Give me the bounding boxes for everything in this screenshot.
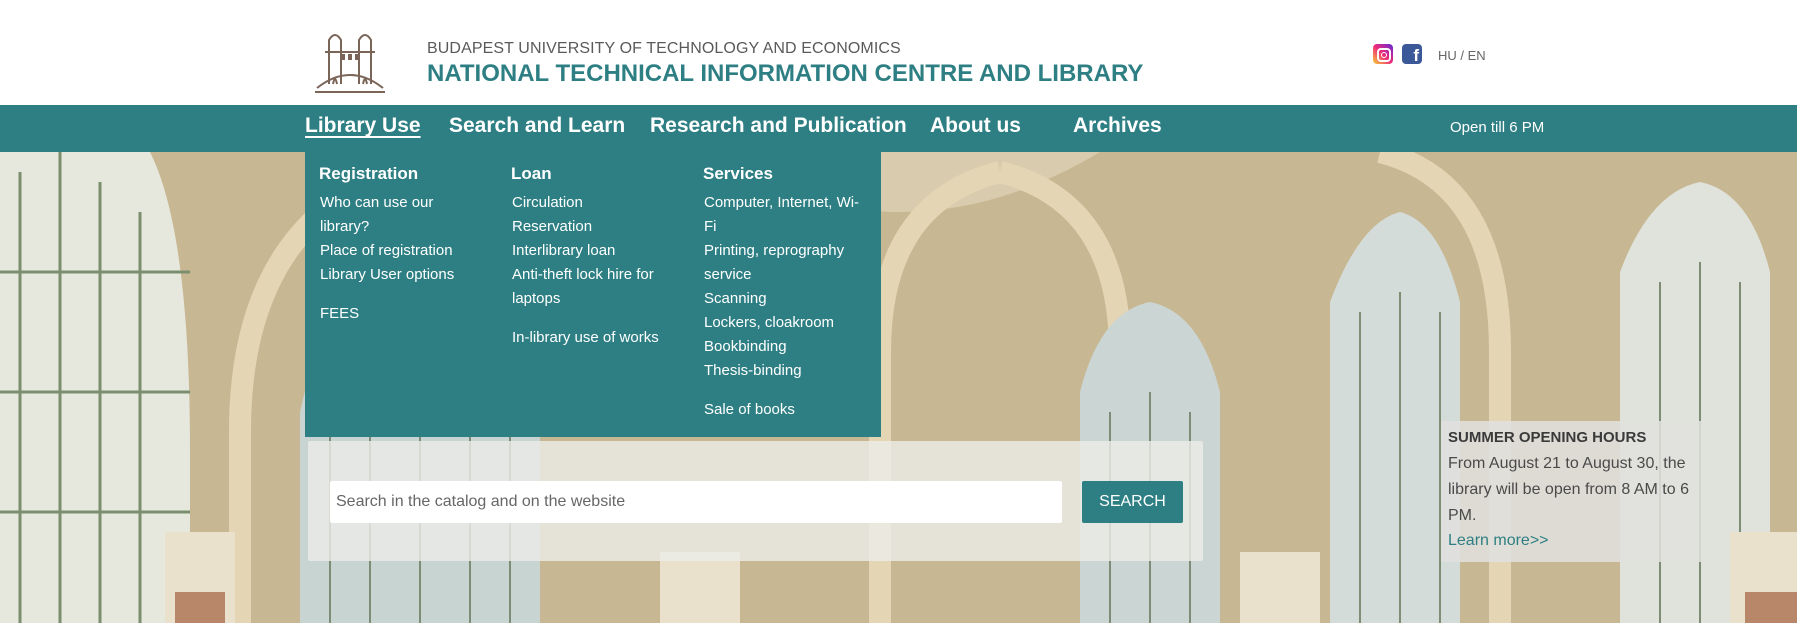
link-lockers[interactable]: Lockers, cloakroom xyxy=(704,311,864,335)
search-panel: SEARCH xyxy=(308,441,1203,561)
nav-library-use[interactable]: Library Use xyxy=(305,114,421,138)
university-name: BUDAPEST UNIVERSITY OF TECHNOLOGY AND EC… xyxy=(427,40,901,57)
link-interlibrary-loan[interactable]: Interlibrary loan xyxy=(512,239,672,263)
link-who-can-use[interactable]: Who can use our library? xyxy=(320,191,470,239)
link-anti-theft-lock[interactable]: Anti-theft lock hire for laptops xyxy=(512,263,672,311)
site-header: BUDAPEST UNIVERSITY OF TECHNOLOGY AND EC… xyxy=(0,0,1797,105)
main-navigation: Library Use Search and Learn Research an… xyxy=(0,105,1797,152)
dropdown-column-loan: Loan Circulation Reservation Interlibrar… xyxy=(511,164,672,350)
social-links: f xyxy=(1373,44,1422,64)
dropdown-column-services: Services Computer, Internet, Wi-Fi Print… xyxy=(703,164,864,422)
notice-title: SUMMER OPENING HOURS xyxy=(1448,429,1647,446)
instagram-icon[interactable] xyxy=(1373,44,1393,64)
library-use-dropdown: Registration Who can use our library? Pl… xyxy=(305,152,881,437)
link-in-library-use[interactable]: In-library use of works xyxy=(512,326,672,350)
link-circulation[interactable]: Circulation xyxy=(512,191,672,215)
nav-archives[interactable]: Archives xyxy=(1073,114,1162,138)
link-reservation[interactable]: Reservation xyxy=(512,215,672,239)
search-input[interactable] xyxy=(330,481,1062,523)
link-sale-of-books[interactable]: Sale of books xyxy=(704,398,864,422)
summer-hours-notice: SUMMER OPENING HOURS From August 21 to A… xyxy=(1441,421,1701,562)
dropdown-column-registration: Registration Who can use our library? Pl… xyxy=(319,164,470,326)
link-printing[interactable]: Printing, reprography service xyxy=(704,239,864,287)
notice-body: From August 21 to August 30, the library… xyxy=(1448,455,1689,524)
link-bookbinding[interactable]: Bookbinding xyxy=(704,335,864,359)
link-place-of-registration[interactable]: Place of registration xyxy=(320,239,470,263)
search-button[interactable]: SEARCH xyxy=(1082,481,1183,523)
library-name[interactable]: NATIONAL TECHNICAL INFORMATION CENTRE AN… xyxy=(427,60,1143,88)
opening-status[interactable]: Open till 6 PM xyxy=(1450,119,1544,136)
link-fees[interactable]: FEES xyxy=(320,302,470,326)
learn-more-link[interactable]: Learn more>> xyxy=(1448,529,1694,553)
facebook-icon[interactable]: f xyxy=(1402,44,1422,64)
nav-research-and-publication[interactable]: Research and Publication xyxy=(650,114,907,138)
language-switcher[interactable]: HU / EN xyxy=(1438,48,1486,63)
link-library-user-options[interactable]: Library User options xyxy=(320,263,470,287)
link-computer-internet[interactable]: Computer, Internet, Wi-Fi xyxy=(704,191,864,239)
link-thesis-binding[interactable]: Thesis-binding xyxy=(704,359,864,383)
column-title[interactable]: Loan xyxy=(511,164,672,184)
column-title[interactable]: Services xyxy=(703,164,864,184)
nav-search-and-learn[interactable]: Search and Learn xyxy=(449,114,625,138)
link-scanning[interactable]: Scanning xyxy=(704,287,864,311)
nav-about-us[interactable]: About us xyxy=(930,114,1021,138)
bridge-towers-logo-icon[interactable] xyxy=(313,22,387,94)
column-title[interactable]: Registration xyxy=(319,164,470,184)
